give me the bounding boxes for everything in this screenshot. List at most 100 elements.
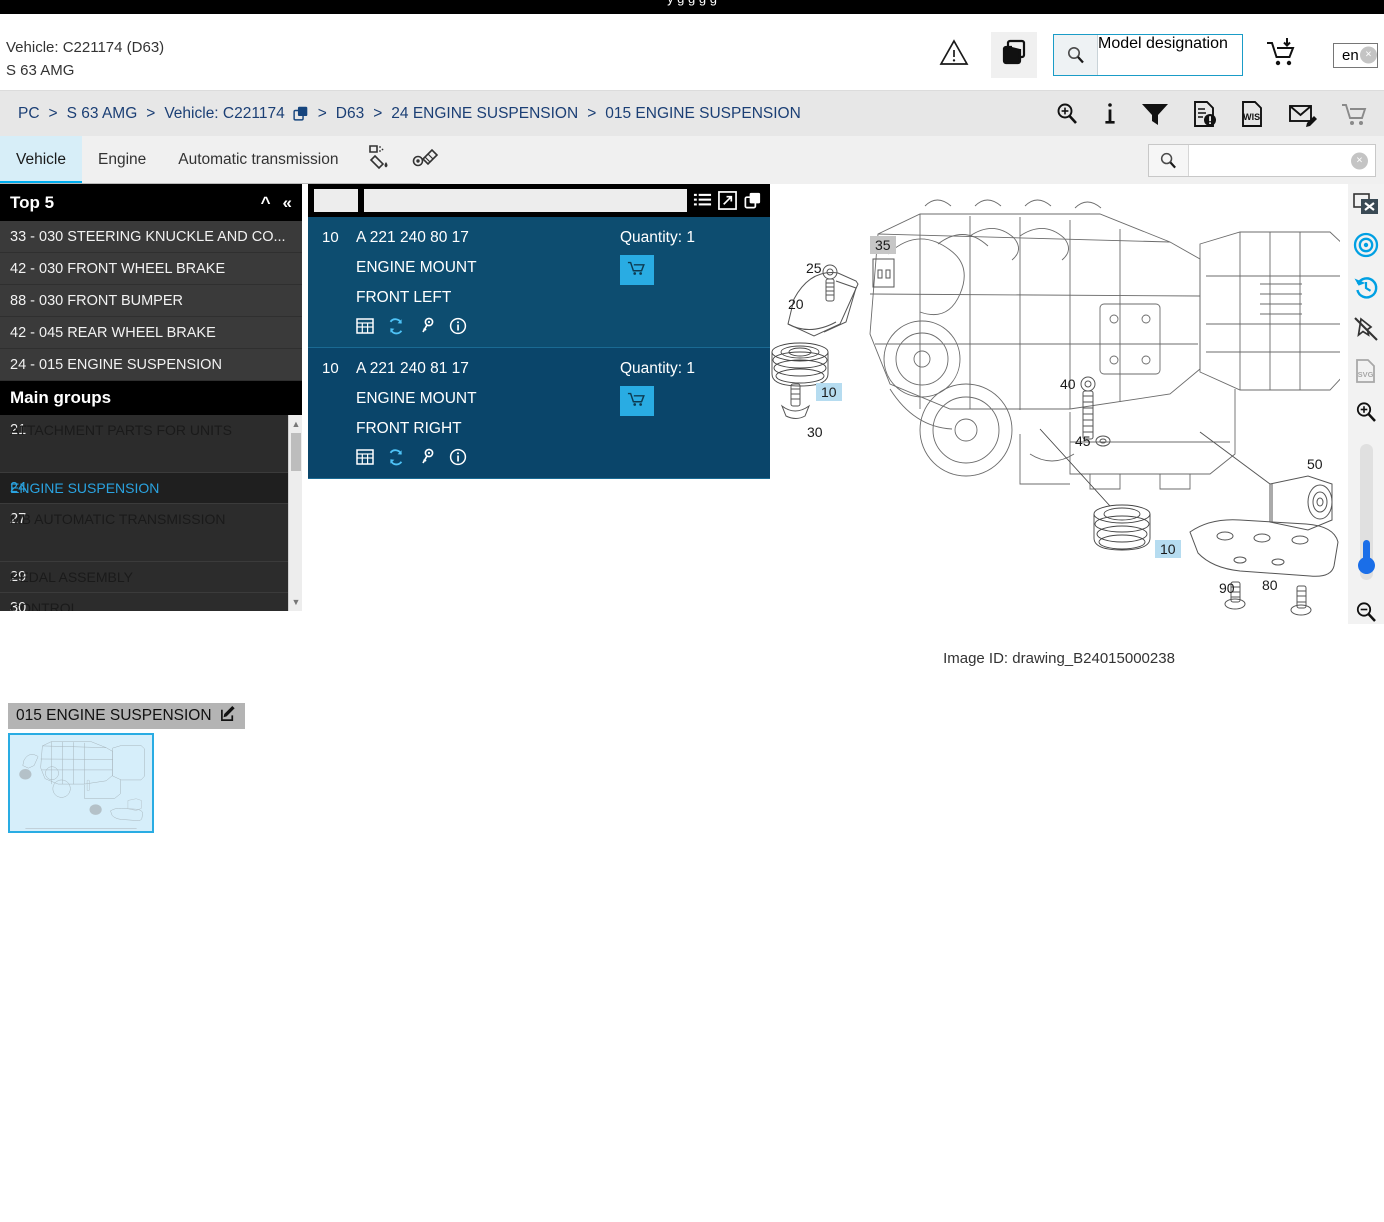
- paint-color-icon[interactable]: [366, 144, 394, 177]
- zoom-slider[interactable]: [1360, 444, 1373, 580]
- unpin-icon[interactable]: [1353, 316, 1379, 342]
- search-icon[interactable]: [1054, 35, 1098, 75]
- table-row[interactable]: 10 A 221 240 81 17 ENGINE MOUNT FRONT RI…: [308, 348, 770, 479]
- callout-35[interactable]: 35: [870, 236, 896, 254]
- scroll-down-arrow-icon[interactable]: ▼: [289, 595, 302, 609]
- main-groups-scrollbar[interactable]: ▲ ▼: [288, 415, 302, 611]
- parts-header-icons: [693, 191, 764, 210]
- tab-vehicle[interactable]: Vehicle: [0, 136, 82, 184]
- info-icon[interactable]: [1102, 101, 1118, 127]
- main-group-item-27[interactable]: 27 MB AUTOMATIC TRANSMISSION: [0, 504, 302, 562]
- info-circle-icon[interactable]: [449, 317, 467, 335]
- breadcrumb-item-pc[interactable]: PC: [18, 105, 40, 123]
- add-to-cart-icon[interactable]: [1265, 37, 1299, 74]
- main-group-item-30[interactable]: 30 CONTROL: [0, 593, 302, 611]
- zoom-out-icon[interactable]: [1354, 600, 1378, 624]
- callout-20[interactable]: 20: [788, 296, 804, 312]
- top5-item-0[interactable]: 33 - 030 STEERING KNUCKLE AND CO...: [0, 221, 302, 253]
- breadcrumb-item-model[interactable]: S 63 AMG: [67, 105, 138, 123]
- svg-export-icon[interactable]: SVG: [1354, 358, 1378, 384]
- document-alert-icon[interactable]: [1192, 100, 1218, 128]
- header-actions: Model designation × en: [939, 32, 1384, 78]
- model-designation-search[interactable]: Model designation ×: [1053, 34, 1243, 76]
- filter-icon[interactable]: [1140, 101, 1170, 127]
- breadcrumb-copy-icon[interactable]: [292, 105, 309, 122]
- search-icon[interactable]: [1149, 145, 1189, 176]
- mail-edit-icon[interactable]: [1288, 101, 1318, 127]
- tab-engine[interactable]: Engine: [82, 136, 162, 184]
- viewer-toolbar: SVG: [1348, 184, 1384, 624]
- list-view-icon[interactable]: [693, 191, 712, 210]
- top5-item-1[interactable]: 42 - 030 FRONT WHEEL BRAKE: [0, 253, 302, 285]
- parts-panel-header: [308, 184, 770, 217]
- callout-10-upper[interactable]: 10: [816, 383, 842, 401]
- zoom-slider-knob[interactable]: [1358, 557, 1375, 574]
- key-icon[interactable]: [418, 448, 436, 466]
- top5-list: 33 - 030 STEERING KNUCKLE AND CO... 42 -…: [0, 221, 302, 381]
- main-group-item-21[interactable]: 21 ATTACHMENT PARTS FOR UNITS: [0, 415, 302, 473]
- copy-button[interactable]: [991, 32, 1037, 78]
- parts-search-field[interactable]: ×: [1189, 145, 1375, 176]
- callout-25[interactable]: 25: [806, 260, 822, 276]
- add-to-cart-button[interactable]: [620, 386, 654, 416]
- scrollbar-thumb[interactable]: [291, 433, 301, 471]
- part-position: FRONT RIGHT: [356, 420, 610, 438]
- warning-triangle-icon[interactable]: [939, 39, 969, 72]
- callout-80[interactable]: 80: [1262, 577, 1278, 593]
- thumbnail-image[interactable]: [8, 733, 154, 833]
- history-undo-icon[interactable]: [1353, 274, 1379, 300]
- breadcrumb-item-d63[interactable]: D63: [336, 105, 364, 123]
- main-group-item-24[interactable]: 24 ENGINE SUSPENSION: [0, 473, 302, 504]
- tab-vehicle-label: Vehicle: [16, 151, 66, 169]
- top5-item-2[interactable]: 88 - 030 FRONT BUMPER: [0, 285, 302, 317]
- callout-50[interactable]: 50: [1307, 456, 1323, 472]
- table-row[interactable]: 10 A 221 240 80 17 ENGINE MOUNT FRONT LE…: [308, 217, 770, 348]
- edit-icon[interactable]: [220, 705, 237, 727]
- table-grid-icon[interactable]: [356, 448, 374, 466]
- tab-automatic-transmission[interactable]: Automatic transmission: [162, 136, 354, 184]
- clear-icon[interactable]: ×: [1360, 47, 1377, 64]
- add-to-cart-button[interactable]: [620, 255, 654, 285]
- key-icon[interactable]: [418, 317, 436, 335]
- top5-item-3[interactable]: 42 - 045 REAR WHEEL BRAKE: [0, 317, 302, 349]
- wis-document-icon[interactable]: WIS: [1240, 100, 1266, 128]
- callout-40[interactable]: 40: [1060, 376, 1076, 392]
- chevron-up-icon[interactable]: ^: [261, 193, 271, 213]
- part-name: ENGINE MOUNT: [356, 390, 610, 408]
- fastener-bolt-icon[interactable]: [412, 144, 440, 177]
- drawing-canvas[interactable]: 35 25 20 10 30 40 45 50 10 90 80: [770, 184, 1348, 624]
- close-window-icon[interactable]: [1353, 192, 1379, 216]
- sync-refresh-icon[interactable]: [387, 317, 405, 335]
- cart-icon: [627, 259, 647, 282]
- double-chevron-left-icon[interactable]: «: [283, 193, 292, 213]
- breadcrumb-item-group[interactable]: 24 ENGINE SUSPENSION: [391, 105, 578, 123]
- breadcrumb-item-subgroup[interactable]: 015 ENGINE SUSPENSION: [605, 105, 801, 123]
- table-grid-icon[interactable]: [356, 317, 374, 335]
- tab-automatic-transmission-label: Automatic transmission: [178, 151, 338, 169]
- main-group-item-29[interactable]: 29 PEDAL ASSEMBLY: [0, 562, 302, 593]
- sync-refresh-icon[interactable]: [387, 448, 405, 466]
- callout-30[interactable]: 30: [807, 424, 823, 440]
- scroll-up-arrow-icon[interactable]: ▲: [289, 417, 302, 431]
- target-locate-icon[interactable]: [1353, 232, 1379, 258]
- part-position: FRONT LEFT: [356, 289, 610, 307]
- expand-icon[interactable]: [718, 191, 737, 210]
- cart-icon[interactable]: [1340, 101, 1370, 127]
- callout-45[interactable]: 45: [1075, 433, 1091, 449]
- zoom-in-icon[interactable]: [1354, 400, 1378, 424]
- thumbnail-drawing: [10, 735, 152, 831]
- breadcrumb-item-vehicle[interactable]: Vehicle: C221174: [164, 105, 284, 123]
- model-search-field[interactable]: Model designation ×: [1098, 35, 1228, 75]
- duplicate-icon[interactable]: [743, 191, 762, 210]
- main-group-label: ENGINE SUSPENSION: [10, 480, 159, 496]
- part-actions: [356, 448, 610, 466]
- callout-10-lower[interactable]: 10: [1155, 540, 1181, 558]
- svg-text:WIS: WIS: [1243, 112, 1260, 122]
- sidebar: Top 5 ^ « 33 - 030 STEERING KNUCKLE AND …: [0, 184, 302, 611]
- clear-icon[interactable]: ×: [1351, 152, 1368, 169]
- callout-90[interactable]: 90: [1219, 580, 1235, 596]
- parts-search[interactable]: ×: [1148, 144, 1376, 177]
- info-circle-icon[interactable]: [449, 448, 467, 466]
- zoom-search-icon[interactable]: [1054, 101, 1080, 127]
- top5-item-4[interactable]: 24 - 015 ENGINE SUSPENSION: [0, 349, 302, 381]
